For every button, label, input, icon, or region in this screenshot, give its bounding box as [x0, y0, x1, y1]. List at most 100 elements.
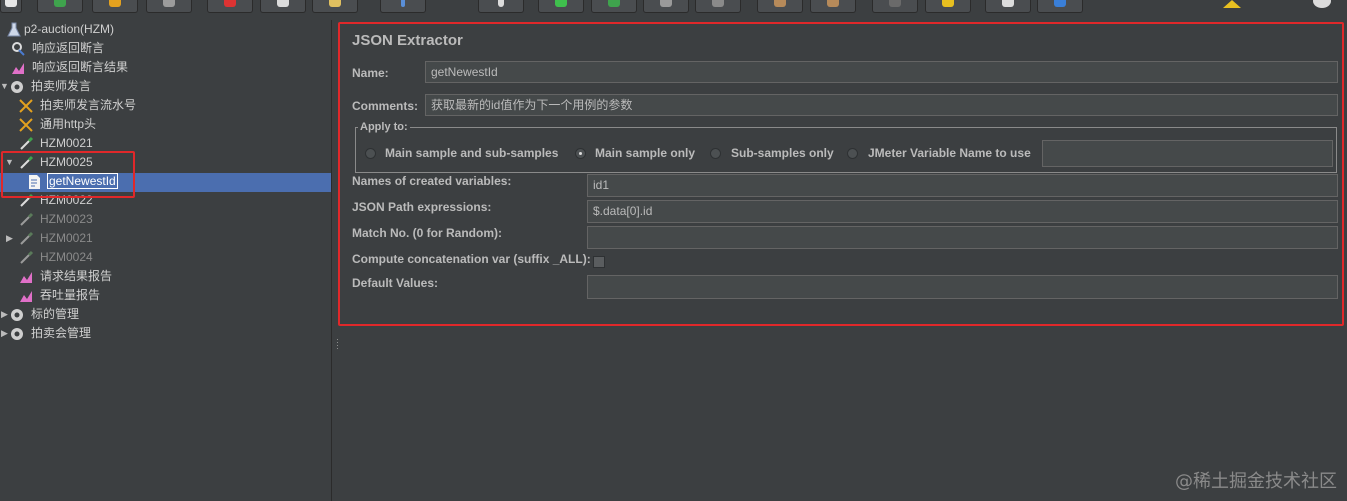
pipette-icon — [20, 250, 34, 264]
start-icon — [555, 0, 567, 7]
toolbar — [0, 0, 1347, 14]
help-button[interactable] — [1037, 0, 1083, 13]
shutdown-button[interactable] — [695, 0, 741, 13]
tree-item-label: 响应返回断言 — [32, 41, 105, 55]
tree-item-label: p2-auction(HZM) — [24, 22, 115, 36]
default-values-field[interactable] — [587, 275, 1338, 299]
expand-icon — [401, 0, 405, 7]
pipette-icon — [20, 231, 34, 245]
match-no-label: Match No. (0 for Random): — [352, 226, 502, 240]
new-button[interactable] — [0, 0, 22, 13]
name-field[interactable]: getNewestId — [425, 61, 1338, 83]
open-button[interactable] — [92, 0, 138, 13]
collapse-arrow-icon[interactable]: ▼ — [0, 77, 9, 96]
start-button[interactable] — [538, 0, 584, 13]
comments-field[interactable]: 获取最新的id值作为下一个用例的参数 — [425, 94, 1338, 116]
tree-item-label: 拍卖师发言流水号 — [40, 98, 137, 112]
remote-icon[interactable] — [1313, 0, 1331, 8]
templates-button[interactable] — [37, 0, 83, 13]
pipette-icon — [20, 212, 34, 226]
radio-jmeter-variable[interactable] — [847, 148, 858, 159]
concatenation-label: Compute concatenation var (suffix _ALL): — [352, 252, 591, 266]
radio-main-only-label[interactable]: Main sample only — [595, 146, 695, 160]
magnifier-icon — [12, 42, 25, 56]
gear-icon — [11, 81, 23, 93]
watermark: @稀土掘金技术社区 — [1175, 471, 1337, 492]
radio-sub-only-label[interactable]: Sub-samples only — [731, 146, 834, 160]
clear-all-button[interactable] — [810, 0, 856, 13]
concatenation-checkbox[interactable] — [593, 256, 605, 268]
expand-button[interactable] — [380, 0, 426, 13]
variables-field[interactable]: id1 — [587, 174, 1338, 197]
clear-icon — [774, 0, 786, 7]
json-path-label: JSON Path expressions: — [352, 200, 492, 214]
info-icon — [1054, 0, 1066, 7]
graph-icon — [12, 63, 24, 74]
reset-search-button[interactable] — [925, 0, 971, 13]
tree-item-label: 标的管理 — [31, 307, 80, 321]
tree-item-label: HZM0024 — [40, 250, 93, 264]
radio-jmeter-variable-label[interactable]: JMeter Variable Name to use — [868, 146, 1031, 160]
radio-sub-only[interactable] — [710, 148, 721, 159]
tree-item-label: 请求结果报告 — [40, 269, 113, 283]
apply-to-label: Apply to: — [358, 121, 410, 133]
search-button[interactable] — [872, 0, 918, 13]
stop-icon — [660, 0, 672, 7]
match-no-field[interactable] — [587, 226, 1338, 249]
shutdown-icon — [712, 0, 724, 7]
tools-icon — [19, 118, 33, 132]
templates-icon — [54, 0, 66, 7]
json-path-field[interactable]: $.data[0].id — [587, 200, 1338, 223]
default-values-label: Default Values: — [352, 276, 439, 290]
start-no-pauses-icon — [608, 0, 620, 7]
binoculars-icon — [889, 0, 901, 7]
tools-icon — [19, 99, 33, 113]
splitter-grip-icon[interactable]: · · · · — [336, 335, 339, 353]
gear-icon — [11, 328, 23, 340]
graph-icon — [20, 291, 32, 302]
radio-main-and-sub-label[interactable]: Main sample and sub-samples — [385, 146, 558, 160]
warning-icon[interactable] — [1223, 0, 1241, 8]
paste-button[interactable] — [312, 0, 358, 13]
toggle-button[interactable] — [478, 0, 524, 13]
tree-item-label: 拍卖会管理 — [31, 326, 92, 340]
function-helper-button[interactable] — [985, 0, 1031, 13]
start-no-pauses-button[interactable] — [591, 0, 637, 13]
tree-item-label: HZM0021 — [40, 231, 93, 245]
stop-button[interactable] — [643, 0, 689, 13]
graph-icon — [20, 272, 32, 283]
copy-icon — [277, 0, 289, 7]
clear-button[interactable] — [757, 0, 803, 13]
new-icon — [5, 0, 17, 7]
tree-item-label: 吞吐量报告 — [40, 288, 101, 302]
paste-icon — [329, 0, 341, 7]
clear-all-icon — [827, 0, 839, 7]
toggle-icon — [498, 0, 504, 7]
gear-icon — [11, 309, 23, 321]
jmeter-variable-field[interactable] — [1042, 140, 1333, 167]
radio-main-and-sub[interactable] — [365, 148, 376, 159]
comments-label: Comments: — [352, 99, 419, 113]
broom-icon — [942, 0, 954, 7]
save-button[interactable] — [146, 0, 192, 13]
flask-icon — [7, 22, 21, 37]
panel-title: JSON Extractor — [352, 32, 463, 49]
open-icon — [109, 0, 121, 7]
cut-button[interactable] — [207, 0, 253, 13]
tree-item-label: 拍卖师发言 — [31, 79, 92, 93]
list-icon — [1002, 0, 1014, 7]
radio-main-only[interactable] — [575, 148, 586, 159]
cut-icon — [224, 0, 236, 7]
expand-arrow-icon[interactable]: ▶ — [0, 324, 9, 343]
name-label: Name: — [352, 66, 389, 80]
expand-arrow-icon[interactable]: ▶ — [5, 229, 14, 248]
variables-label: Names of created variables: — [352, 174, 512, 188]
elapsed-time — [1154, 0, 1157, 6]
tree-item-label: 通用http头 — [40, 117, 97, 131]
tree-item-label: 响应返回断言结果 — [32, 60, 129, 74]
save-icon — [163, 0, 175, 7]
copy-button[interactable] — [260, 0, 306, 13]
tree-highlight-box — [1, 151, 135, 198]
expand-arrow-icon[interactable]: ▶ — [0, 305, 9, 324]
pipette-icon — [20, 136, 34, 150]
